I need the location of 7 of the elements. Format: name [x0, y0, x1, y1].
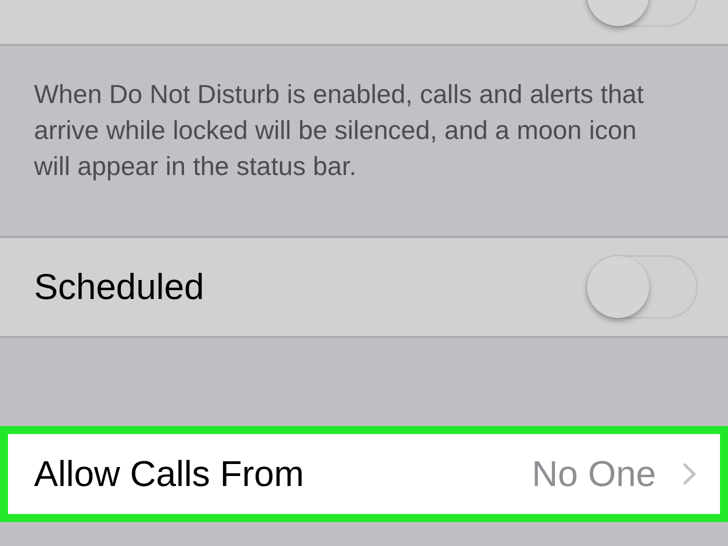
- toggle-switch[interactable]: [586, 255, 698, 319]
- setting-value: No One: [532, 453, 656, 495]
- settings-row[interactable]: Allow Calls From No One: [0, 426, 728, 522]
- footer-note: When Do Not Disturb is enabled, calls and alerts that arrive while locked will be silenced, and a moon icon will appear in the status bar.: [34, 78, 645, 183]
- setting-label: Allow Calls From: [34, 453, 304, 495]
- chevron-icon: [682, 462, 696, 486]
- setting-label: Scheduled: [34, 266, 204, 308]
